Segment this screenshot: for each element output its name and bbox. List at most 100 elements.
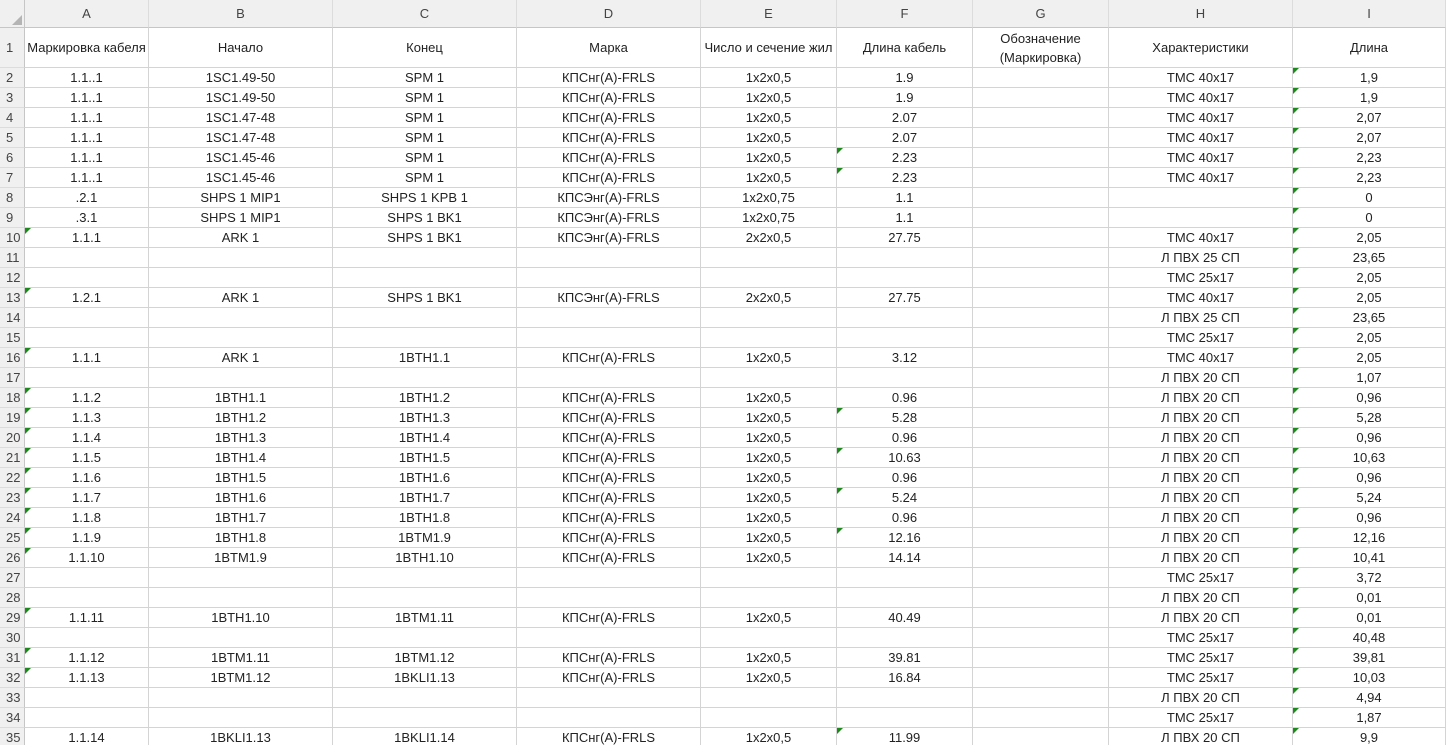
cell-b[interactable] <box>149 688 333 708</box>
cell-e[interactable]: 1x2x0,5 <box>701 548 837 568</box>
cell-a[interactable] <box>25 568 149 588</box>
cell-b[interactable]: 1BTH1.10 <box>149 608 333 628</box>
cell-e[interactable]: 1x2x0,5 <box>701 608 837 628</box>
cell-c[interactable] <box>333 328 517 348</box>
cell-c[interactable]: SPM 1 <box>333 168 517 188</box>
cell-g[interactable] <box>973 588 1109 608</box>
cell-b[interactable]: 1BTH1.8 <box>149 528 333 548</box>
cell-c[interactable]: 1BTH1.6 <box>333 468 517 488</box>
cell-a[interactable]: 1.1.13 <box>25 668 149 688</box>
cell-i[interactable]: 12,16 <box>1293 528 1446 548</box>
cell-b[interactable]: 1BKLI1.13 <box>149 728 333 745</box>
cell-e[interactable]: 1x2x0,5 <box>701 448 837 468</box>
cell-h[interactable]: ТМС 40x17 <box>1109 128 1293 148</box>
cell-e[interactable]: 1x2x0,5 <box>701 528 837 548</box>
cell-h[interactable]: ТМС 40x17 <box>1109 348 1293 368</box>
cell-h[interactable]: ТМС 40x17 <box>1109 228 1293 248</box>
cell-b[interactable]: ARK 1 <box>149 228 333 248</box>
cell-g[interactable] <box>973 388 1109 408</box>
cell-h[interactable] <box>1109 208 1293 228</box>
cell-f[interactable]: 2.07 <box>837 128 973 148</box>
column-header-i[interactable]: I <box>1293 0 1446 28</box>
cell-g[interactable] <box>973 308 1109 328</box>
cell-c[interactable]: SHPS 1 BK1 <box>333 288 517 308</box>
cell-i[interactable]: 1,9 <box>1293 88 1446 108</box>
cell-f[interactable]: 1.1 <box>837 208 973 228</box>
cell-a[interactable]: 1.1..1 <box>25 68 149 88</box>
column-header-b[interactable]: B <box>149 0 333 28</box>
cell-e[interactable]: 1x2x0,5 <box>701 408 837 428</box>
cell-f[interactable]: 39.81 <box>837 648 973 668</box>
row-header[interactable]: 1 <box>0 28 25 68</box>
cell-i[interactable]: 2,05 <box>1293 348 1446 368</box>
cell-e[interactable] <box>701 708 837 728</box>
cell-b[interactable]: 1BTH1.1 <box>149 388 333 408</box>
cell-e[interactable]: 1x2x0,5 <box>701 68 837 88</box>
row-header[interactable]: 15 <box>0 328 25 348</box>
cell-i[interactable]: 2,05 <box>1293 268 1446 288</box>
cell-a[interactable]: 1.1..1 <box>25 128 149 148</box>
cell-g[interactable] <box>973 528 1109 548</box>
cell-c[interactable]: 1BKLI1.13 <box>333 668 517 688</box>
cell-f[interactable]: 40.49 <box>837 608 973 628</box>
cell-a[interactable]: 1.1.1 <box>25 228 149 248</box>
cell-i[interactable]: 23,65 <box>1293 248 1446 268</box>
cell-h[interactable]: Л ПВХ 20 СП <box>1109 588 1293 608</box>
cell-d[interactable]: КПСнг(А)-FRLS <box>517 168 701 188</box>
cell-g[interactable] <box>973 88 1109 108</box>
cell-h[interactable]: Л ПВХ 20 СП <box>1109 468 1293 488</box>
cell-e[interactable]: 1x2x0,5 <box>701 168 837 188</box>
cell-c[interactable] <box>333 588 517 608</box>
cell-c[interactable]: 1BTH1.4 <box>333 428 517 448</box>
cell-d[interactable]: КПСнг(А)-FRLS <box>517 448 701 468</box>
row-header[interactable]: 33 <box>0 688 25 708</box>
cell-c[interactable] <box>333 268 517 288</box>
cell-g[interactable] <box>973 68 1109 88</box>
cell-b[interactable]: 1BTH1.4 <box>149 448 333 468</box>
cell-c[interactable] <box>333 708 517 728</box>
cell-a[interactable]: .2.1 <box>25 188 149 208</box>
row-header[interactable]: 34 <box>0 708 25 728</box>
cell-e[interactable] <box>701 628 837 648</box>
cell-d[interactable] <box>517 328 701 348</box>
cell-a[interactable]: 1.1.4 <box>25 428 149 448</box>
cell-i[interactable]: 0,01 <box>1293 608 1446 628</box>
cell-f[interactable]: 1.9 <box>837 88 973 108</box>
cell-b[interactable]: ARK 1 <box>149 348 333 368</box>
cell-h[interactable]: Л ПВХ 20 СП <box>1109 608 1293 628</box>
cell-c[interactable]: 1BTH1.8 <box>333 508 517 528</box>
cell-h[interactable]: Л ПВХ 20 СП <box>1109 388 1293 408</box>
cell-c[interactable] <box>333 368 517 388</box>
header-cell-c[interactable]: Конец <box>333 28 517 68</box>
cell-h[interactable]: ТМС 40x17 <box>1109 68 1293 88</box>
cell-b[interactable]: 1BTH1.6 <box>149 488 333 508</box>
cell-g[interactable] <box>973 668 1109 688</box>
row-header[interactable]: 28 <box>0 588 25 608</box>
cell-h[interactable]: ТМС 40x17 <box>1109 88 1293 108</box>
cell-b[interactable]: SHPS 1 MIP1 <box>149 188 333 208</box>
cell-a[interactable] <box>25 688 149 708</box>
cell-d[interactable] <box>517 568 701 588</box>
cell-i[interactable]: 2,05 <box>1293 328 1446 348</box>
cell-e[interactable]: 1x2x0,5 <box>701 468 837 488</box>
cell-b[interactable]: 1BTM1.12 <box>149 668 333 688</box>
cell-a[interactable]: 1.2.1 <box>25 288 149 308</box>
cell-b[interactable]: 1SC1.49-50 <box>149 68 333 88</box>
cell-f[interactable] <box>837 688 973 708</box>
header-cell-e[interactable]: Число и сечение жил <box>701 28 837 68</box>
cell-i[interactable]: 2,23 <box>1293 148 1446 168</box>
header-cell-g[interactable]: Обозначение (Маркировка) <box>973 28 1109 68</box>
row-header[interactable]: 24 <box>0 508 25 528</box>
cell-g[interactable] <box>973 548 1109 568</box>
cell-b[interactable]: 1BTH1.3 <box>149 428 333 448</box>
cell-e[interactable]: 1x2x0,75 <box>701 208 837 228</box>
cell-i[interactable]: 2,07 <box>1293 128 1446 148</box>
cell-i[interactable]: 2,07 <box>1293 108 1446 128</box>
cell-g[interactable] <box>973 608 1109 628</box>
row-header[interactable]: 29 <box>0 608 25 628</box>
cell-f[interactable]: 27.75 <box>837 288 973 308</box>
row-header[interactable]: 21 <box>0 448 25 468</box>
cell-h[interactable]: ТМС 25x17 <box>1109 668 1293 688</box>
cell-i[interactable]: 2,23 <box>1293 168 1446 188</box>
cell-a[interactable] <box>25 628 149 648</box>
